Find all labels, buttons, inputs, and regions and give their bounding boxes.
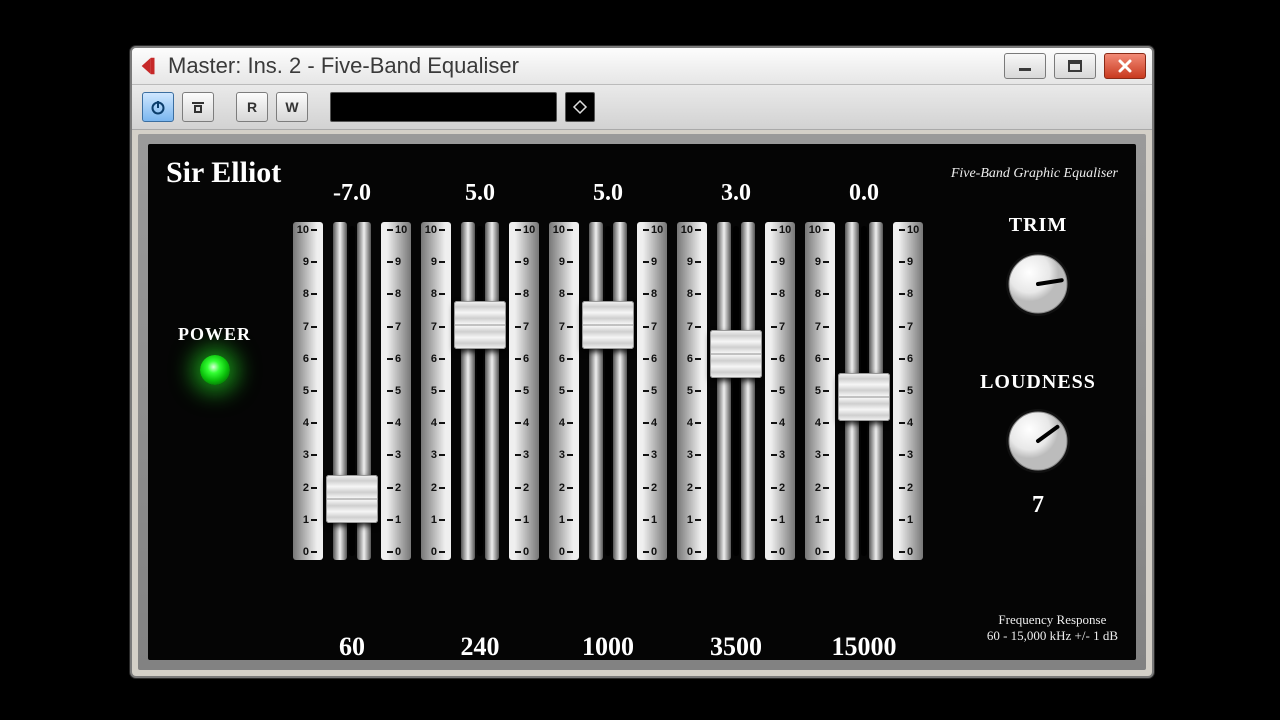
scale-left: 109876543210 <box>805 222 835 560</box>
slider-area: 109876543210 109876543210 <box>805 216 923 566</box>
loudness-readout: 7 <box>968 492 1108 519</box>
knob-section: TRIM LOUDNESS 7 <box>968 214 1108 519</box>
scale-right: 109876543210 <box>765 222 795 560</box>
slider-thumb[interactable] <box>710 330 762 378</box>
slider-area: 109876543210 109876543210 <box>677 216 795 566</box>
gain-readout: 5.0 <box>549 180 667 212</box>
gain-readout: -7.0 <box>293 180 411 212</box>
power-section: POWER <box>178 324 251 385</box>
slider-thumb[interactable] <box>838 373 890 421</box>
scale-right: 109876543210 <box>509 222 539 560</box>
scale-right: 109876543210 <box>893 222 923 560</box>
eq-band-3: 5.0 109876543210 109876543210 1000 <box>549 180 667 620</box>
slider-track[interactable] <box>585 222 631 560</box>
bypass-button[interactable] <box>142 92 174 122</box>
band-frequency: 60 <box>293 632 411 662</box>
slider-track[interactable] <box>713 222 759 560</box>
eq-band-1: -7.0 109876543210 109876543210 60 <box>293 180 411 620</box>
plugin-host-area: Sir Elliot Five-Band Graphic Equaliser P… <box>138 134 1146 670</box>
eq-band-4: 3.0 109876543210 109876543210 3500 <box>677 180 795 620</box>
slider-track[interactable] <box>457 222 503 560</box>
band-frequency: 1000 <box>549 632 667 662</box>
slider-thumb[interactable] <box>582 301 634 349</box>
close-button[interactable] <box>1104 53 1146 79</box>
minimize-icon <box>1017 60 1033 72</box>
gain-readout: 0.0 <box>805 180 923 212</box>
maximize-icon <box>1067 59 1083 73</box>
write-automation-button[interactable]: W <box>276 92 308 122</box>
power-icon <box>150 99 166 115</box>
loudness-label: LOUDNESS <box>968 371 1108 394</box>
slider-track[interactable] <box>329 222 375 560</box>
app-icon <box>138 55 160 77</box>
plugin-brand: Sir Elliot <box>166 156 281 190</box>
preset-menu-button[interactable] <box>565 92 595 122</box>
plugin-subtitle: Five-Band Graphic Equaliser <box>951 166 1118 182</box>
plugin-window: Master: Ins. 2 - Five-Band Equaliser R W <box>130 46 1154 678</box>
scale-right: 109876543210 <box>637 222 667 560</box>
minimize-button[interactable] <box>1004 53 1046 79</box>
scale-left: 109876543210 <box>549 222 579 560</box>
slider-area: 109876543210 109876543210 <box>421 216 539 566</box>
slider-thumb[interactable] <box>454 301 506 349</box>
plugin-gui: Sir Elliot Five-Band Graphic Equaliser P… <box>148 144 1136 660</box>
slider-thumb[interactable] <box>326 475 378 523</box>
maximize-button[interactable] <box>1054 53 1096 79</box>
eq-band-5: 0.0 109876543210 109876543210 15000 <box>805 180 923 620</box>
diamond-icon <box>572 99 588 115</box>
power-label: POWER <box>178 324 251 345</box>
window-controls <box>1004 53 1146 79</box>
eq-bands: -7.0 109876543210 109876543210 60 5.0 10… <box>293 180 923 620</box>
band-frequency: 15000 <box>805 632 923 662</box>
band-frequency: 3500 <box>677 632 795 662</box>
frequency-response-text: Frequency Response 60 - 15,000 kHz +/- 1… <box>987 612 1118 645</box>
toolbar-icon-2 <box>190 100 206 114</box>
gain-readout: 5.0 <box>421 180 539 212</box>
slider-track[interactable] <box>841 222 887 560</box>
slider-area: 109876543210 109876543210 <box>549 216 667 566</box>
gain-readout: 3.0 <box>677 180 795 212</box>
loudness-knob[interactable] <box>1003 406 1073 476</box>
preset-name-field[interactable] <box>330 92 557 122</box>
eq-band-2: 5.0 109876543210 109876543210 240 <box>421 180 539 620</box>
scale-right: 109876543210 <box>381 222 411 560</box>
toolbar-button-2[interactable] <box>182 92 214 122</box>
scale-left: 109876543210 <box>677 222 707 560</box>
read-automation-button[interactable]: R <box>236 92 268 122</box>
window-title: Master: Ins. 2 - Five-Band Equaliser <box>168 53 1004 79</box>
trim-label: TRIM <box>968 214 1108 237</box>
band-frequency: 240 <box>421 632 539 662</box>
power-led[interactable] <box>200 355 230 385</box>
scale-left: 109876543210 <box>421 222 451 560</box>
scale-left: 109876543210 <box>293 222 323 560</box>
host-toolbar: R W <box>132 85 1152 130</box>
trim-knob[interactable] <box>1003 249 1073 319</box>
close-icon <box>1117 58 1133 74</box>
slider-area: 109876543210 109876543210 <box>293 216 411 566</box>
titlebar[interactable]: Master: Ins. 2 - Five-Band Equaliser <box>132 48 1152 85</box>
